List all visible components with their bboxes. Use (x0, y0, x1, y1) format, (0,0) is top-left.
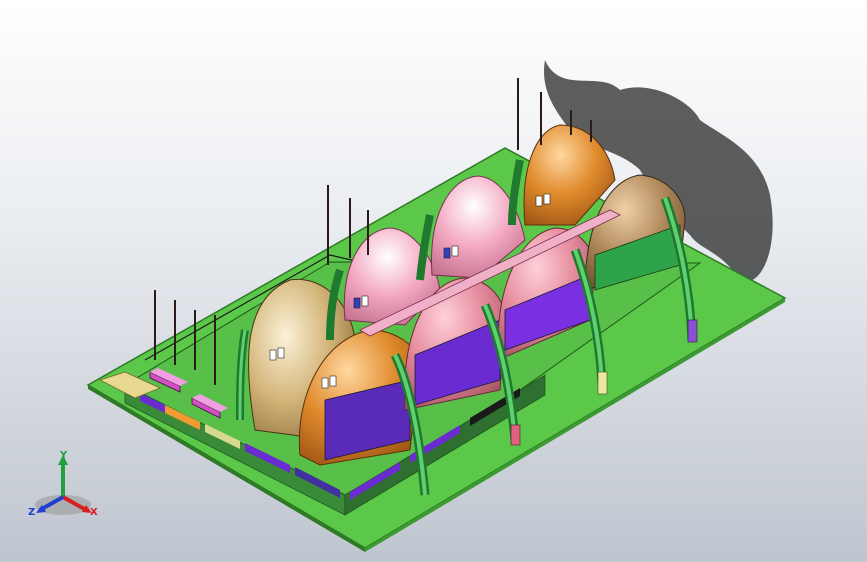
triad-x-label: X (90, 507, 98, 518)
triad-z-label: Z (28, 507, 35, 518)
view-orientation-triad[interactable]: Y X Z (28, 450, 98, 518)
triad-y-label: Y (59, 450, 68, 461)
cad-model-scene[interactable]: Y X Z (0, 0, 867, 562)
model-viewport[interactable]: Y X Z (0, 0, 867, 562)
